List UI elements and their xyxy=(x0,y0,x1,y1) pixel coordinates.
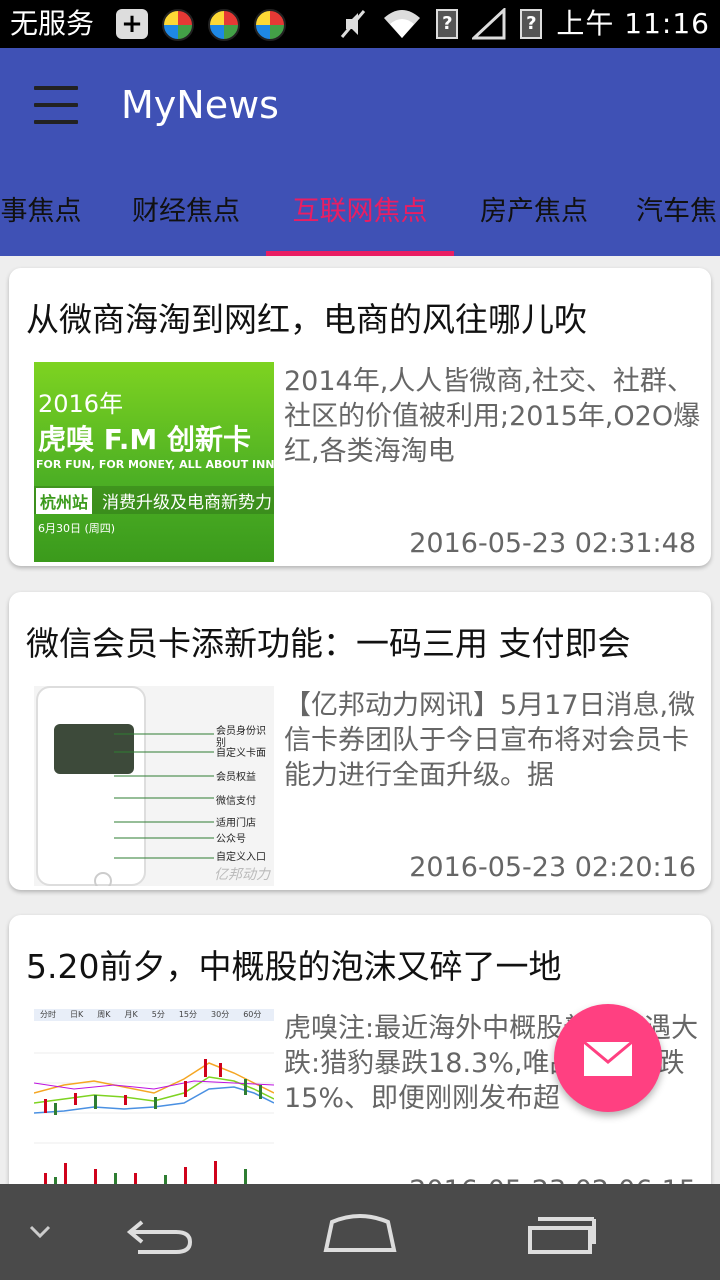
nav-bar xyxy=(0,1184,720,1280)
back-icon[interactable] xyxy=(124,1214,196,1256)
mail-fab-button[interactable] xyxy=(554,1004,662,1112)
thumb-tab: 5分 xyxy=(151,1010,165,1019)
thumb-tab: 30分 xyxy=(211,1010,230,1019)
chevron-down-icon[interactable] xyxy=(28,1224,52,1240)
tab-current-affairs[interactable]: 事焦点 xyxy=(0,180,84,244)
article-time: 2016-05-23 02:20:16 xyxy=(409,852,696,883)
tab-real-estate[interactable]: 房产焦点 xyxy=(472,180,596,244)
status-bar: 无服务 + ? ? 上午 11:16 xyxy=(0,0,720,48)
app-bar: MyNews 事焦点 财经焦点 互联网焦点 房产焦点 汽车焦 xyxy=(0,48,720,256)
thumb-label: 微信支付 xyxy=(216,796,256,807)
tab-auto[interactable]: 汽车焦 xyxy=(636,180,720,244)
article-time: 2016-05-23 02:31:48 xyxy=(409,528,696,559)
thumb-label: 公众号 xyxy=(216,834,246,845)
article-title: 从微商海淘到网红，电商的风往哪儿吹 xyxy=(26,300,587,339)
thumb-watermark: 亿邦动力 xyxy=(214,867,270,883)
clock: 上午 11:16 xyxy=(556,7,710,40)
mute-icon xyxy=(341,10,366,38)
thumb-tab: 60分 xyxy=(243,1010,262,1019)
thumb-city: 杭州站 xyxy=(36,488,93,514)
thumb-label: 会员身份识别 xyxy=(216,726,266,749)
home-icon[interactable] xyxy=(322,1212,398,1254)
tab-internet[interactable]: 互联网焦点 xyxy=(280,180,440,244)
thumb-brand: 虎嗅 F.M 创新卡 xyxy=(38,423,252,456)
article-thumbnail: 分时 日K 周K 月K 5分 15分 30分 60分 xyxy=(34,1009,274,1184)
app-ball-icon xyxy=(208,9,240,41)
article-title: 5.20前夕，中概股的泡沫又碎了一地 xyxy=(26,947,562,986)
article-time: 2016-05-23 02:06:15 xyxy=(409,1175,696,1184)
thumb-topic: 消费升级及电商新势力 xyxy=(102,493,272,513)
article-card[interactable]: 从微商海淘到网红，电商的风往哪儿吹 2016年 虎嗅 F.M 创新卡 FOR F… xyxy=(9,268,711,566)
article-card[interactable]: 微信会员卡添新功能：一码三用 支付即会 会员身份识别 自定义卡面 会员权益 微信… xyxy=(9,592,711,890)
thumb-label: 适用门店 xyxy=(216,818,256,829)
article-summary: 2014年,人人皆微商,社交、社群、社区的价值被利用;2015年,O2O爆红,各… xyxy=(284,366,701,467)
thumb-tab: 周K xyxy=(97,1010,111,1019)
thumb-date: 6月30日 (周四) xyxy=(38,522,116,535)
plus-icon: + xyxy=(116,9,148,39)
menu-icon[interactable] xyxy=(34,86,78,124)
thumb-label: 自定义卡面 xyxy=(216,748,266,759)
app-ball-icon xyxy=(162,9,194,41)
thumb-tab: 15分 xyxy=(178,1010,198,1019)
tab-bar: 事焦点 财经焦点 互联网焦点 房产焦点 汽车焦 xyxy=(0,180,720,248)
thumb-tab: 日K xyxy=(70,1010,84,1019)
article-title: 微信会员卡添新功能：一码三用 支付即会 xyxy=(26,624,631,663)
signal-icon xyxy=(472,8,506,40)
question-icon: ? xyxy=(436,9,459,39)
battery-icon: ? xyxy=(520,9,543,39)
article-thumbnail: 2016年 虎嗅 F.M 创新卡 FOR FUN, FOR MONEY, ALL… xyxy=(34,362,274,562)
thumb-tab: 分时 xyxy=(40,1010,56,1019)
app-title: MyNews xyxy=(121,83,279,127)
thumb-tab: 月K xyxy=(124,1010,138,1019)
thumb-year: 2016年 xyxy=(38,390,124,418)
thumb-slogan: FOR FUN, FOR MONEY, ALL ABOUT INNOVATION xyxy=(36,458,274,471)
recents-icon[interactable] xyxy=(526,1214,598,1256)
thumb-label: 会员权益 xyxy=(216,772,256,783)
article-thumbnail: 会员身份识别 自定义卡面 会员权益 微信支付 适用门店 公众号 自定义入口 亿邦… xyxy=(34,686,274,886)
tab-finance[interactable]: 财经焦点 xyxy=(124,180,248,244)
carrier-label: 无服务 xyxy=(10,7,95,40)
mail-icon xyxy=(583,1040,633,1076)
app-ball-icon xyxy=(254,9,286,41)
article-summary: 【亿邦动力网讯】5月17日消息,微信卡券团队于今日宣布将对会员卡能力进行全面升级… xyxy=(284,690,696,791)
wifi-icon xyxy=(384,10,421,38)
